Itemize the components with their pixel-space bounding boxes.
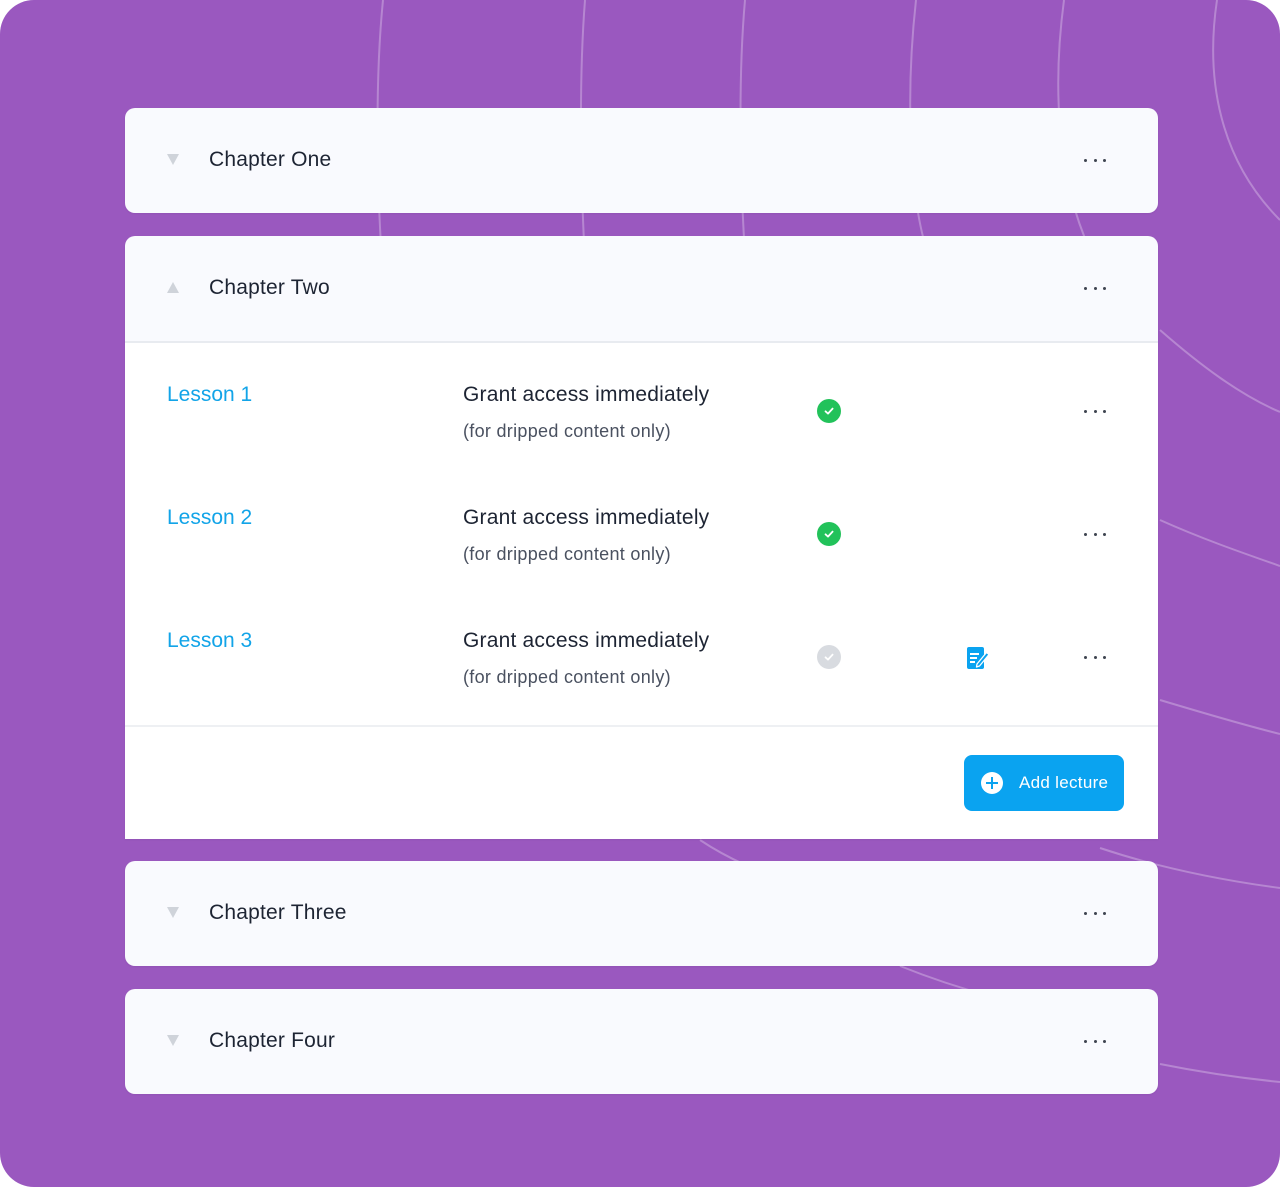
add-lecture-button[interactable]: Add lecture [964,755,1124,811]
access-title: Grant access immediately [463,629,710,652]
lesson-link[interactable]: Lesson 1 [167,381,252,409]
app-background: Chapter One Chapter Two Lesson 1 Grant a… [0,0,1280,1187]
lesson-row: Lesson 1 Grant access immediately (for d… [125,343,1158,466]
check-circle-icon[interactable] [817,522,841,546]
chapter-header[interactable]: Chapter Two [125,236,1158,341]
more-icon[interactable] [1084,1037,1106,1045]
more-icon[interactable] [1084,909,1106,917]
lesson-row: Lesson 2 Grant access immediately (for d… [125,466,1158,589]
chapter-card-two: Chapter Two Lesson 1 Grant access immedi… [125,236,1158,839]
access-title: Grant access immediately [463,383,710,406]
access-subtitle: (for dripped content only) [463,667,671,687]
more-icon[interactable] [1084,530,1106,538]
more-icon[interactable] [1084,407,1106,415]
chapter-title: Chapter One [209,148,332,171]
chapter-card-three: Chapter Three [125,861,1158,966]
caret-up-icon[interactable] [167,282,179,293]
edit-note-icon[interactable] [965,645,991,671]
plus-circle-icon [981,772,1003,794]
chapter-title: Chapter Two [209,276,330,299]
chapter-header[interactable]: Chapter One [125,108,1158,213]
lesson-link[interactable]: Lesson 2 [167,504,252,532]
lesson-row: Lesson 3 Grant access immediately (for d… [125,589,1158,712]
add-lecture-label: Add lecture [1019,773,1109,792]
caret-down-icon[interactable] [167,1035,179,1046]
more-icon[interactable] [1084,156,1106,164]
chapter-card-one: Chapter One [125,108,1158,213]
access-subtitle: (for dripped content only) [463,544,671,564]
lesson-list: Lesson 1 Grant access immediately (for d… [125,343,1158,725]
access-subtitle: (for dripped content only) [463,421,671,441]
caret-down-icon[interactable] [167,154,179,165]
check-circle-icon[interactable] [817,399,841,423]
chapter-title: Chapter Four [209,1029,336,1052]
chapter-card-four: Chapter Four [125,989,1158,1094]
more-icon[interactable] [1084,653,1106,661]
chapter-footer: Add lecture [125,725,1158,839]
chapter-header[interactable]: Chapter Three [125,861,1158,966]
more-icon[interactable] [1084,284,1106,292]
chapter-header[interactable]: Chapter Four [125,989,1158,1094]
caret-down-icon[interactable] [167,907,179,918]
access-title: Grant access immediately [463,506,710,529]
chapter-title: Chapter Three [209,901,347,924]
check-circle-icon[interactable] [817,645,841,669]
lesson-link[interactable]: Lesson 3 [167,627,252,655]
